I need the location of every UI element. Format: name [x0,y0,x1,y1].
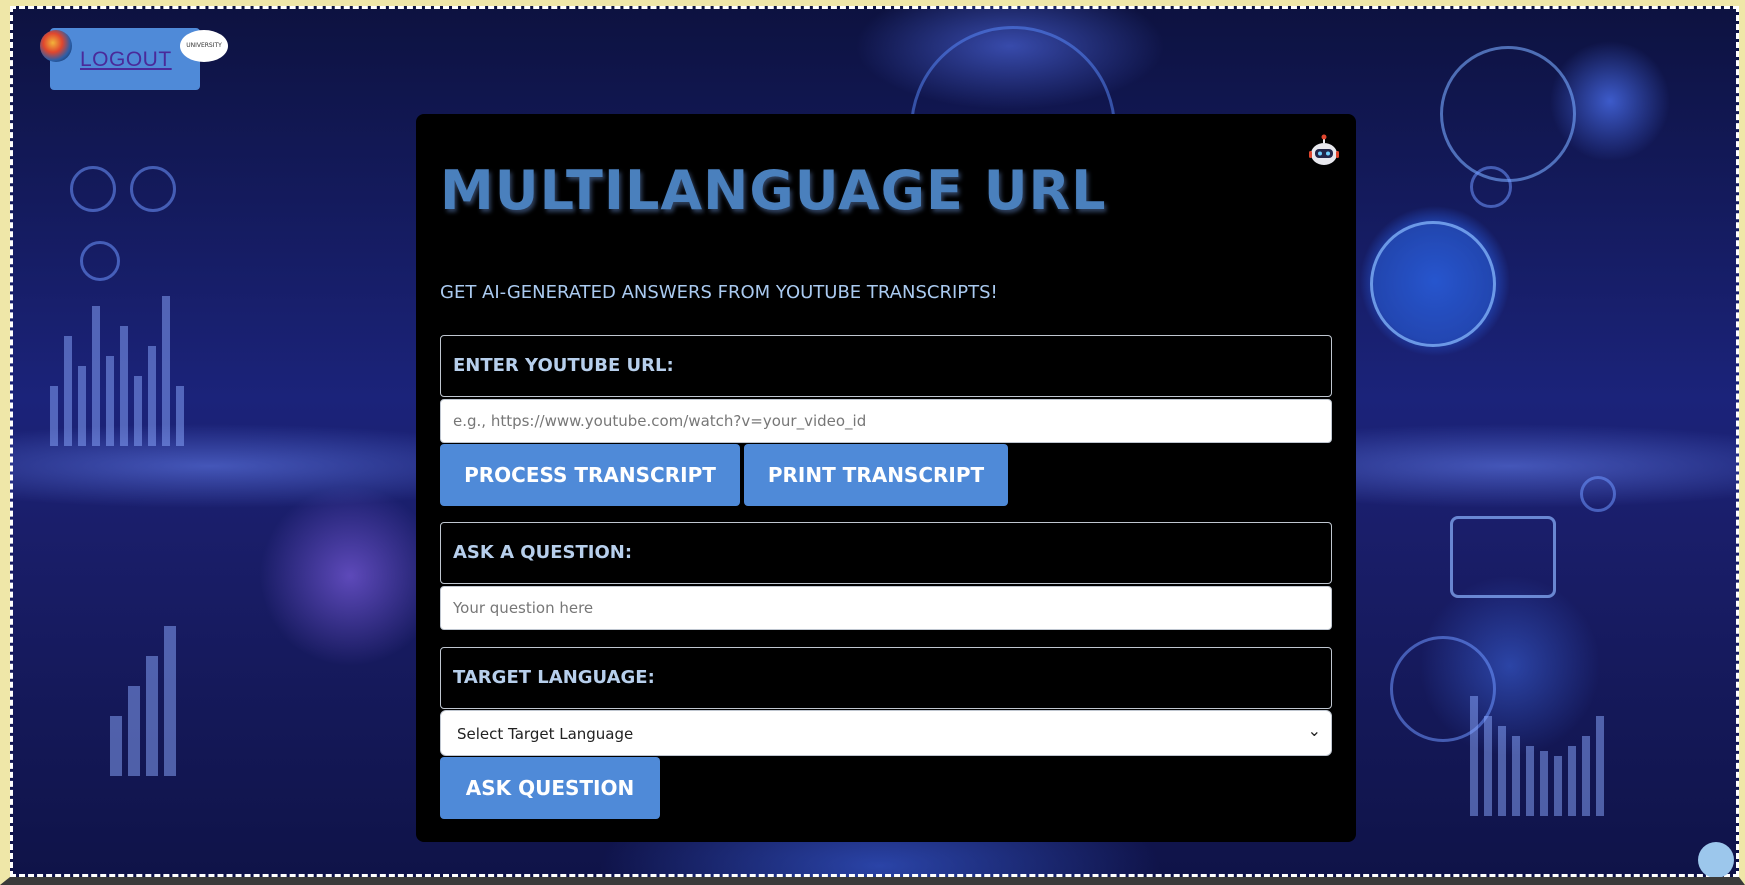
language-label: TARGET LANGUAGE: [453,667,655,688]
page-title: MULTILANGUAGE URL [440,159,1107,222]
process-transcript-button[interactable]: PROCESS TRANSCRIPT [440,444,740,506]
bg-circle [70,166,116,212]
bg-bars [110,626,176,776]
app-logo-icon [40,30,72,62]
main-panel: MULTILANGUAGE URL GET AI-GENERATED ANSWE… [416,114,1356,842]
bg-circle [130,166,176,212]
university-logo-text: UNIVERSITY [186,42,222,49]
youtube-url-input[interactable] [440,399,1332,443]
url-label: ENTER YOUTUBE URL: [453,355,674,376]
bg-bars [50,286,184,446]
logout-button[interactable]: LOGOUT [50,28,200,90]
mail-icon-decoration [1450,516,1556,598]
page-subtitle: GET AI-GENERATED ANSWERS FROM YOUTUBE TR… [440,282,998,303]
question-input[interactable] [440,586,1332,630]
page-frame: LOGOUT UNIVERSITY MULTILANGUAGE URL GET … [0,0,1745,885]
question-label: ASK A QUESTION: [453,542,633,563]
bg-circle [1470,166,1512,208]
bg-circle [1440,46,1576,182]
floating-action-button[interactable] [1698,842,1734,877]
target-language-select[interactable]: Select Target Language ⌄ [440,710,1332,756]
ask-question-button[interactable]: ASK QUESTION [440,757,660,819]
robot-icon [1309,134,1339,165]
language-label-box: TARGET LANGUAGE: [440,647,1332,709]
print-transcript-button[interactable]: PRINT TRANSCRIPT [744,444,1008,506]
bg-circle [1580,476,1616,512]
bg-circle [1370,221,1496,347]
university-logo: UNIVERSITY [180,30,228,62]
bg-circle [80,241,120,281]
target-language-value: Select Target Language [457,725,634,743]
url-label-box: ENTER YOUTUBE URL: [440,335,1332,397]
chevron-down-icon: ⌄ [1307,721,1321,740]
logout-link[interactable]: LOGOUT [80,48,172,72]
bg-bars [1470,686,1604,816]
question-label-box: ASK A QUESTION: [440,522,1332,584]
